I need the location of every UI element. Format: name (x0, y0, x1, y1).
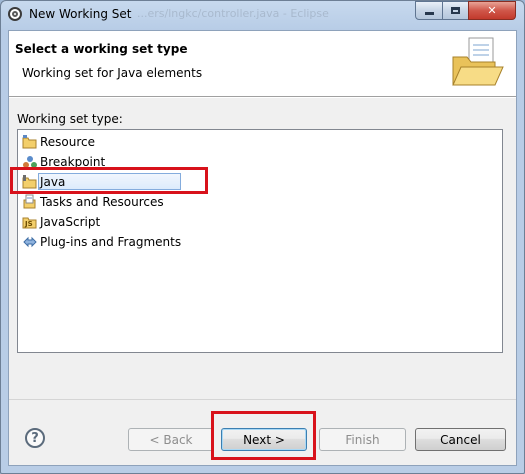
resource-folder-icon (22, 135, 37, 149)
maximize-button[interactable] (442, 1, 469, 20)
working-set-type-list[interactable]: Resource Breakpoint Java Tasks and Resou… (17, 129, 503, 353)
help-icon: ? (31, 430, 39, 446)
minimize-icon (424, 12, 434, 15)
java-folder-icon (22, 175, 37, 189)
eclipse-app-icon (8, 7, 22, 21)
finish-button[interactable]: Finish (319, 428, 406, 451)
svg-text:JS: JS (24, 220, 33, 228)
list-item-label: Breakpoint (40, 155, 106, 169)
list-item-java[interactable]: Java (22, 173, 181, 191)
window-title: New Working Set (29, 7, 132, 21)
list-item-tasks-and-resources[interactable]: Tasks and Resources (22, 193, 164, 211)
banner-separator (9, 97, 516, 98)
close-icon: ✕ (487, 4, 497, 17)
wizard-page-description: Working set for Java elements (22, 66, 203, 80)
button-bar-separator (9, 399, 516, 400)
working-set-type-label: Working set type: (17, 112, 123, 126)
maximize-icon (451, 7, 460, 14)
breakpoint-icon (23, 156, 37, 168)
list-item-label: Resource (40, 135, 96, 149)
folder-document-icon (452, 37, 504, 86)
next-button-label: Next > (243, 432, 285, 447)
list-item-plug-ins-and-fragments[interactable]: Plug-ins and Fragments (22, 233, 181, 251)
list-item-label: Java (40, 175, 66, 189)
minimize-button[interactable] (415, 1, 443, 20)
tasks-icon (23, 194, 36, 209)
list-item-resource[interactable]: Resource (22, 133, 95, 151)
dialog-content: Select a working set type Working set fo… (8, 30, 517, 466)
list-item-label: JavaScript (40, 215, 101, 229)
finish-button-label: Finish (345, 432, 380, 447)
cancel-button-label: Cancel (440, 432, 481, 447)
background-window-title: ...ers/lngkc/controller.java - Eclipse (137, 7, 329, 20)
next-button[interactable]: Next > (221, 428, 307, 451)
list-item-breakpoint[interactable]: Breakpoint (22, 153, 105, 171)
new-working-set-dialog: New Working Set ...ers/lngkc/controller.… (0, 0, 525, 474)
cancel-button[interactable]: Cancel (415, 428, 506, 451)
wizard-banner: Select a working set type Working set fo… (9, 31, 516, 97)
back-button-label: < Back (149, 432, 193, 447)
list-item-label: Plug-ins and Fragments (40, 235, 182, 249)
list-item-label: Tasks and Resources (40, 195, 164, 209)
back-button[interactable]: < Back (128, 428, 214, 451)
list-item-javascript[interactable]: JS JavaScript (22, 213, 100, 231)
plugin-icon (23, 236, 37, 248)
wizard-page-title: Select a working set type (15, 42, 188, 56)
close-button[interactable]: ✕ (468, 1, 516, 20)
title-bar[interactable]: New Working Set ...ers/lngkc/controller.… (1, 1, 524, 29)
javascript-icon: JS (22, 217, 37, 229)
help-button[interactable]: ? (25, 428, 45, 448)
